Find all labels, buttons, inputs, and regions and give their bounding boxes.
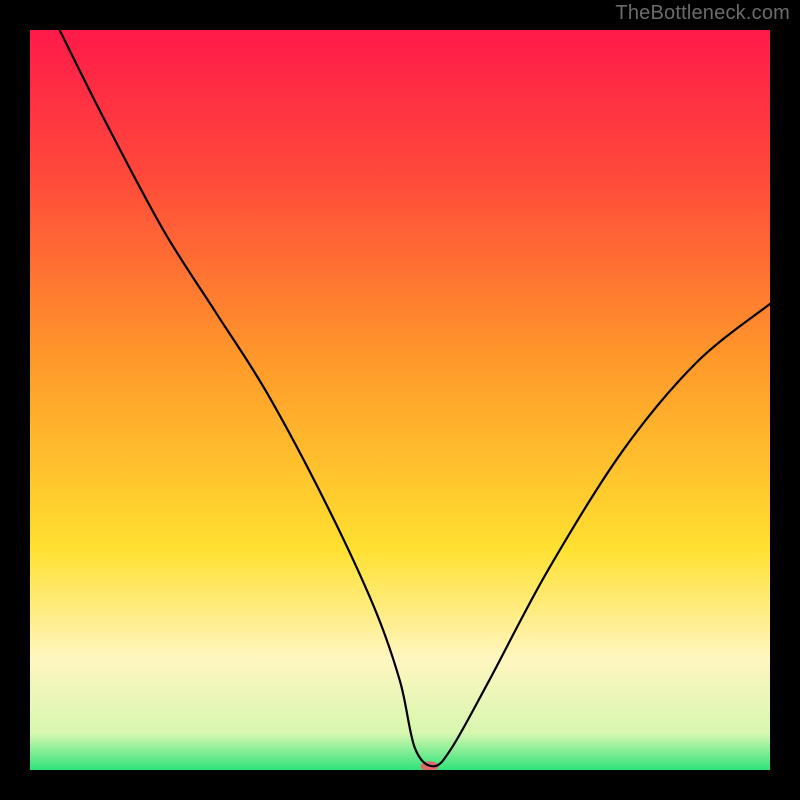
watermark-text: TheBottleneck.com <box>615 2 790 25</box>
gradient-background <box>30 30 770 770</box>
plot-area <box>30 30 770 770</box>
chart-svg <box>30 30 770 770</box>
chart-frame: TheBottleneck.com <box>0 0 800 800</box>
